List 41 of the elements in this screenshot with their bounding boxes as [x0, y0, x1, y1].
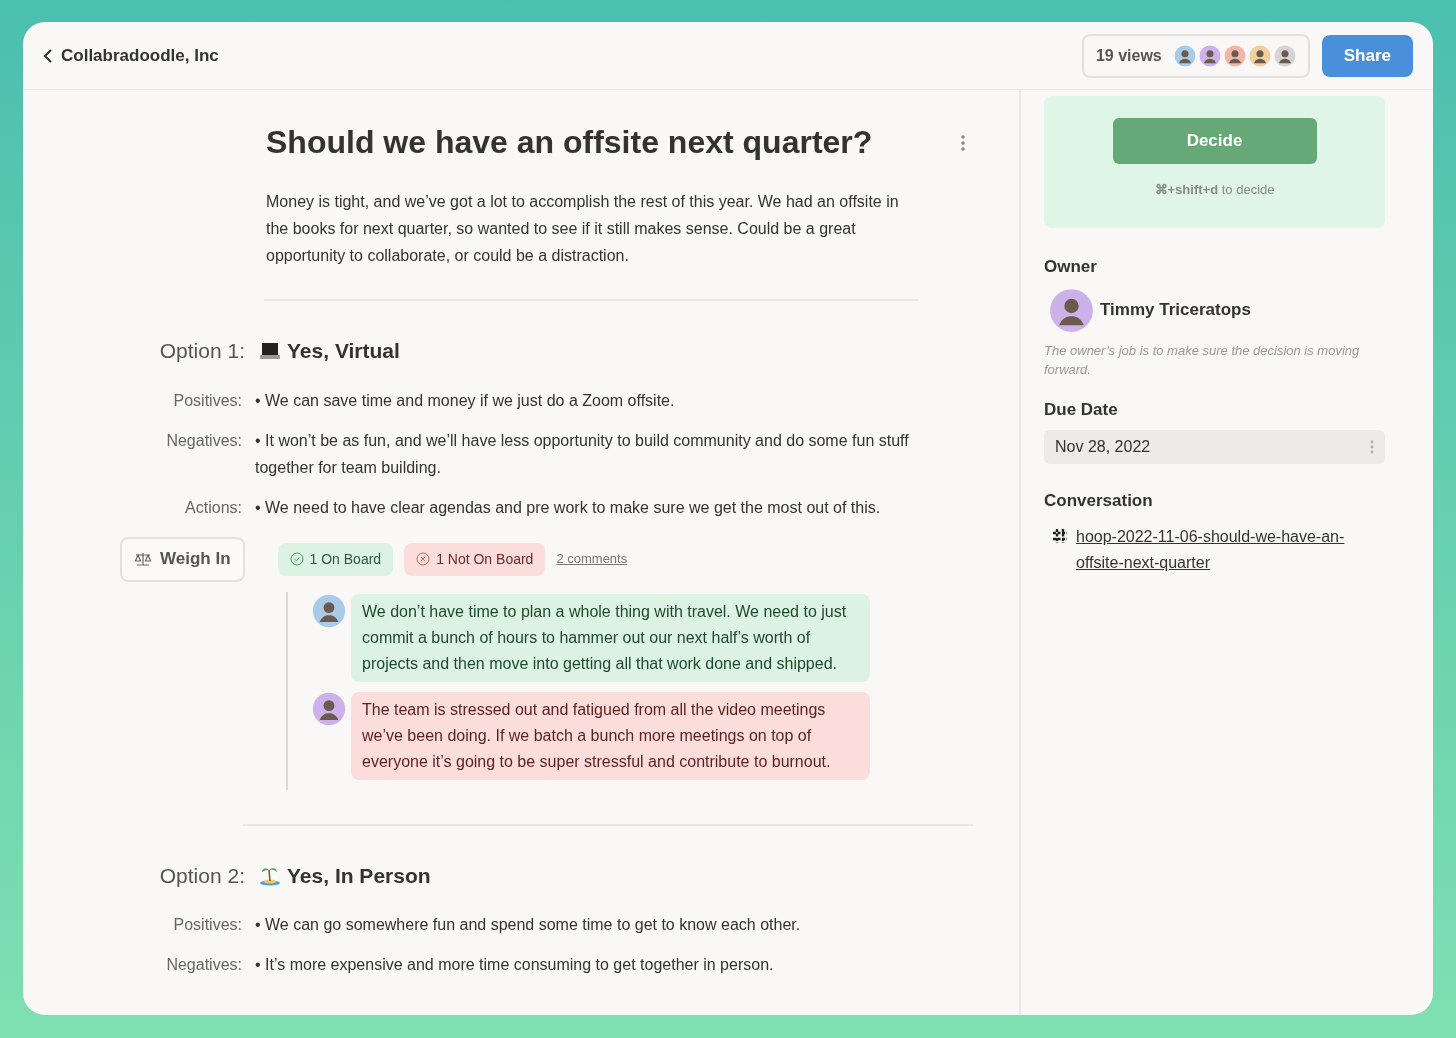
owner-name: Timmy Triceratops — [1100, 299, 1251, 322]
conversation-heading: Conversation — [1044, 490, 1154, 512]
field-label: Positives: — [172, 390, 243, 411]
shortcut-hint: ⌘+shift+d to decide — [1154, 181, 1275, 199]
due-date-field[interactable]: Nov 28, 2022 — [1044, 430, 1385, 464]
option-label: Option 1: — [158, 338, 246, 364]
field-label: Negatives: — [165, 955, 243, 975]
option-name: Yes, In Person — [287, 862, 431, 889]
scale-icon — [134, 552, 152, 566]
on-board-badge[interactable]: 1 On Board — [277, 542, 394, 576]
back-link[interactable]: Collabradoodle, Inc — [43, 42, 219, 69]
option-label: Option 2: — [158, 862, 246, 889]
field-text: • We can save time and money if we just do a Zoom offsite. — [255, 390, 676, 411]
weigh-in-button[interactable]: Weigh In — [120, 536, 245, 582]
views-counter[interactable]: 19 views — [1081, 33, 1310, 78]
field-label: Actions: — [184, 497, 243, 518]
field-label: Negatives: — [165, 430, 243, 451]
field-label: Positives: — [172, 915, 243, 935]
more-vertical-icon[interactable] — [960, 134, 966, 152]
not-on-board-badge[interactable]: 1 Not On Board — [404, 542, 546, 576]
due-date-heading: Due Date — [1044, 398, 1119, 421]
field-text: • It won’t be as fun, and we’ll have less opportunity to build community and do some fun stuff together for team building. — [255, 430, 910, 478]
field-text: • It’s more expensive and more time consuming to get together in person. — [255, 955, 775, 975]
owner-note: The owner’s job is to make sure the decision is moving forward. — [1044, 341, 1361, 379]
decision-description: Money is tight, and we’ve got a lot to accomplish the rest of this year. We had an offsite in the books for next quarter, so wanted to see if it still makes sense. Could be a great opportunity to collaborate, or could be a distraction. — [266, 192, 900, 266]
hash-grid-icon — [1052, 527, 1068, 544]
chevron-left-icon — [43, 47, 53, 64]
field-text: • We can go somewhere fun and spend some time to get to know each other. — [255, 915, 802, 935]
field-text: • We need to have clear agendas and pre work to make sure we get the most out of this. — [255, 497, 882, 518]
more-vertical-icon[interactable] — [1370, 440, 1374, 454]
check-circle-icon — [289, 552, 304, 566]
comment-bubble: We don’t have time to plan a whole thing with travel. We need to just commit a bunch of hours to hammer out our next half’s worth of projects and then move into getting all that work done and shipped. — [351, 593, 870, 682]
owner-heading: Owner — [1044, 256, 1098, 278]
x-circle-icon — [416, 552, 431, 566]
comment-bubble: The team is stressed out and fatigued from all the video meetings we’ve been doing. If we batch a bunch more meetings on top of everyone it’s going to be super stressful and contribute to burnout. — [351, 691, 870, 780]
comments-link[interactable]: 2 comments — [556, 549, 628, 569]
views-count: 19 views — [1095, 45, 1162, 66]
option-name: Yes, Virtual — [287, 338, 400, 364]
channel-link[interactable]: hoop-2022-11-06-should-we-have-an-offsite-next-quarter — [1076, 523, 1366, 576]
laptop-icon — [259, 340, 281, 361]
decision-title: Should we have an offsite next quarter? — [266, 123, 873, 162]
